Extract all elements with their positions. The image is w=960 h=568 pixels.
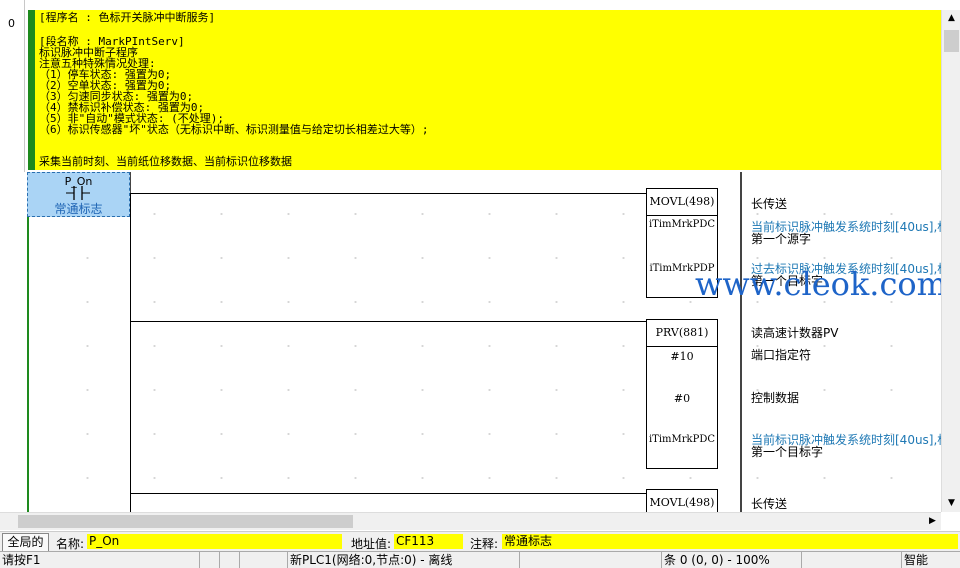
status-cell <box>220 552 240 568</box>
rung-number: 0 <box>8 17 15 30</box>
name-label: 名称: <box>56 537 85 551</box>
horizontal-scroll-thumb[interactable] <box>18 515 353 528</box>
address-label: 地址值: <box>351 537 392 551</box>
right-power-rail <box>740 172 742 512</box>
address-field[interactable]: CF113 <box>394 534 463 549</box>
status-cell <box>200 552 220 568</box>
vertical-scrollbar[interactable]: ▲ ▼ <box>941 10 960 512</box>
operand-note: 第一个目标字 <box>751 445 824 459</box>
prv-instruction-block[interactable]: PRV(881) #10 #0 iTimMrkPDC <box>646 319 718 469</box>
name-field[interactable]: P_On <box>87 534 342 549</box>
branch-wire <box>130 193 131 512</box>
status-cell <box>240 552 288 568</box>
tab-global[interactable]: 全局的 <box>2 533 49 552</box>
plc-status: 新PLC1(网络:0,节点:0) - 离线 <box>288 552 520 568</box>
status-cell <box>520 552 662 568</box>
instruction-note: 长传送 <box>751 497 788 511</box>
rung-wire <box>130 193 646 194</box>
operand-note: 第一个源字 <box>751 232 812 246</box>
instruction-mnemonic: PRV(881) <box>647 320 717 347</box>
program-comment[interactable]: [程序名 : 色标开关脉冲中断服务] [段名称 : MarkPIntServ] … <box>35 10 941 170</box>
horizontal-scrollbar[interactable]: ▶ <box>0 512 941 530</box>
comment-label: 注释: <box>470 537 499 551</box>
comment-marker <box>28 10 35 170</box>
comment-field[interactable]: 常通标志 <box>502 534 958 549</box>
input-column <box>27 172 131 512</box>
instruction-mnemonic: MOVL(498) <box>647 490 717 512</box>
instruction-note: 长传送 <box>751 197 788 211</box>
operand: iTimMrkPDC <box>648 219 716 230</box>
no-contact-icon <box>66 186 90 200</box>
input-mode: 智能 <box>904 553 929 567</box>
contact-p-on[interactable]: P_On 常通标志 <box>27 172 130 217</box>
contact-comment: 常通标志 <box>54 202 103 216</box>
scroll-up-icon[interactable]: ▲ <box>942 10 960 27</box>
movl-instruction-block[interactable]: MOVL(498) <box>646 489 718 512</box>
status-bar: 请按F1 新PLC1(网络:0,节点:0) - 离线 条 0 (0, 0) - … <box>0 551 960 568</box>
comment-line: （6）标识传感器"坏"状态（无标识中断、标识测量值与给定切长相差过大等）; <box>39 123 429 136</box>
status-cell <box>802 552 902 568</box>
rung-number-column: 0 <box>0 0 25 512</box>
comment-line: 采集当前时刻、当前纸位移数据、当前标识位移数据 <box>39 155 292 168</box>
comment-line: [程序名 : 色标开关脉冲中断服务] <box>39 11 216 24</box>
scroll-down-icon[interactable]: ▼ <box>942 495 960 512</box>
watermark: www.cleok.com <box>695 265 947 303</box>
symbol-info-bar: 全局的 名称: P_On 地址值: CF113 注释: 常通标志 <box>0 531 960 552</box>
position-zoom: 条 0 (0, 0) - 100% <box>662 552 802 568</box>
operand: iTimMrkPDC <box>648 434 716 445</box>
operand-note: 端口指定符 <box>751 348 812 362</box>
vertical-scroll-thumb[interactable] <box>944 30 959 52</box>
operand: #10 <box>670 350 694 363</box>
ladder-diagram[interactable]: P_On 常通标志 MOVL(498) iTimMrkPDC iTimMrkPD… <box>24 172 941 512</box>
operand-note: 控制数据 <box>751 391 800 405</box>
scroll-right-icon[interactable]: ▶ <box>924 513 941 530</box>
rung-wire <box>130 493 646 494</box>
rung-wire <box>130 321 646 322</box>
help-hint: 请按F1 <box>0 552 200 568</box>
instruction-note: 读高速计数器PV <box>751 326 839 340</box>
operand: #0 <box>673 392 691 405</box>
instruction-mnemonic: MOVL(498) <box>647 189 717 216</box>
